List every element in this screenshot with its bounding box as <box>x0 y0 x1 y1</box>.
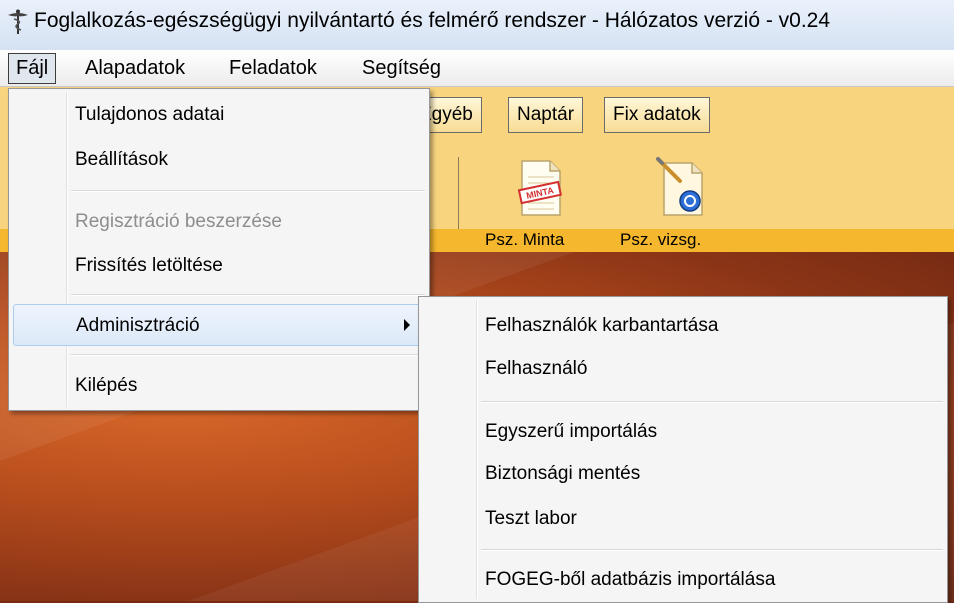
menu-separator <box>481 401 943 403</box>
menu-item-label: Egyszerű importálás <box>485 421 658 442</box>
menu-separator <box>71 294 425 296</box>
menu-item-beallitasok[interactable]: Beállítások <box>13 139 425 179</box>
document-minta-icon[interactable]: MINTA <box>510 157 570 219</box>
menu-item-egyszeru-importalas[interactable]: Egyszerű importálás <box>423 411 943 451</box>
fix-adatok-button[interactable]: Fix adatok <box>604 97 710 133</box>
menu-item-tulajdonos-adatai[interactable]: Tulajdonos adatai <box>13 94 425 134</box>
file-menu: Tulajdonos adatai Beállítások Regisztrác… <box>8 88 430 411</box>
menu-item-label: Adminisztráció <box>76 315 200 336</box>
menu-item-teszt-labor[interactable]: Teszt labor <box>423 498 943 538</box>
menu-item-label: Felhasználó <box>485 358 588 379</box>
menu-feladatok[interactable]: Feladatok <box>229 57 317 80</box>
menu-item-label: Biztonsági mentés <box>485 463 641 484</box>
menu-fajl[interactable]: Fájl <box>8 53 57 84</box>
menu-segitseg[interactable]: Segítség <box>362 57 441 80</box>
menu-item-label: Regisztráció beszerzése <box>75 211 282 232</box>
menu-separator <box>481 549 943 551</box>
menu-item-felhasznalo[interactable]: Felhasználó <box>423 348 943 388</box>
menu-item-frissites-letoltese[interactable]: Frissítés letöltése <box>13 245 425 285</box>
menu-alapadatok[interactable]: Alapadatok <box>85 57 185 80</box>
menu-item-kilepes[interactable]: Kilépés <box>13 365 425 405</box>
admin-submenu: Felhasználók karbantartása Felhasználó E… <box>418 296 948 603</box>
psz-minta-label[interactable]: Psz. Minta <box>485 230 564 250</box>
menu-item-label: FOGEG-ből adatbázis importálása <box>485 569 776 590</box>
document-exam-icon[interactable] <box>650 155 710 219</box>
menu-item-biztonsagi-mentes[interactable]: Biztonsági mentés <box>423 453 943 493</box>
menu-separator <box>71 190 425 192</box>
menu-item-label: Felhasználók karbantartása <box>485 315 719 336</box>
menu-item-adminisztracio[interactable]: Adminisztráció <box>13 304 425 346</box>
menu-item-label: Frissítés letöltése <box>75 255 223 276</box>
psz-vizsg-label[interactable]: Psz. vizsg. <box>620 230 701 250</box>
menu-item-felhasznalok-karbantartasa[interactable]: Felhasználók karbantartása <box>423 305 943 345</box>
submenu-arrow-icon <box>404 319 410 331</box>
menu-item-regisztracio-beszerzese: Regisztráció beszerzése <box>13 201 425 241</box>
caduceus-icon <box>8 9 28 34</box>
naptar-button[interactable]: Naptár <box>508 97 584 133</box>
window-title: Foglalkozás-egészségügyi nyilvántartó és… <box>34 9 831 32</box>
menu-item-label: Beállítások <box>75 149 168 170</box>
menu-item-label: Teszt labor <box>485 508 577 529</box>
menu-item-fogeg-adatbazis-importalasa[interactable]: FOGEG-ből adatbázis importálása <box>423 559 943 599</box>
menu-item-label: Tulajdonos adatai <box>75 104 225 125</box>
title-bar: Foglalkozás-egészségügyi nyilvántartó és… <box>0 0 954 50</box>
menu-separator <box>71 354 425 356</box>
menu-bar: Fájl Alapadatok Feladatok Segítség <box>0 50 954 87</box>
menu-item-label: Kilépés <box>75 375 138 396</box>
